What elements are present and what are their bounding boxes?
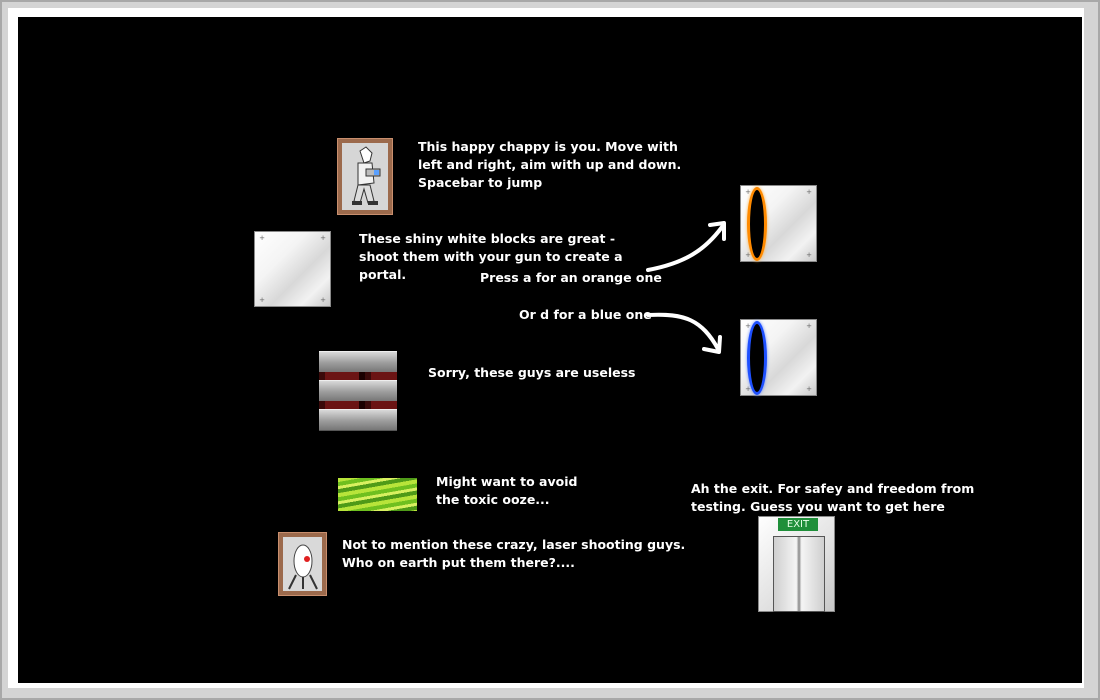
turret-instruction: Not to mention these crazy, laser shooti… <box>342 537 686 570</box>
arrow-icon <box>646 312 722 354</box>
exit-door-icon: EXIT <box>758 516 835 612</box>
blue-portal-icon <box>747 321 767 395</box>
orange-portal-block: + + + + <box>740 185 817 262</box>
orange-portal-instruction: Press a for an orange one <box>480 270 662 285</box>
grate-icon <box>319 351 397 431</box>
white-block-icon: + + + + <box>254 231 331 307</box>
blue-portal-block: + + + + <box>740 319 817 396</box>
blue-portal-instruction: Or d for a blue one <box>519 307 652 322</box>
arrow-icon <box>646 221 726 272</box>
exit-sign: EXIT <box>778 518 818 531</box>
game-screen <box>18 17 1082 683</box>
toxic-ooze-icon <box>338 478 417 511</box>
turret-icon <box>278 532 327 596</box>
grate-instruction: Sorry, these guys are useless <box>428 365 636 380</box>
ooze-instruction: Might want to avoid the toxic ooze... <box>436 474 578 507</box>
orange-portal-icon <box>747 187 767 261</box>
player-instruction: This happy chappy is you. Move with left… <box>418 139 682 190</box>
exit-instruction: Ah the exit. For safey and freedom from … <box>691 481 975 514</box>
player-sprite-icon <box>337 138 393 215</box>
